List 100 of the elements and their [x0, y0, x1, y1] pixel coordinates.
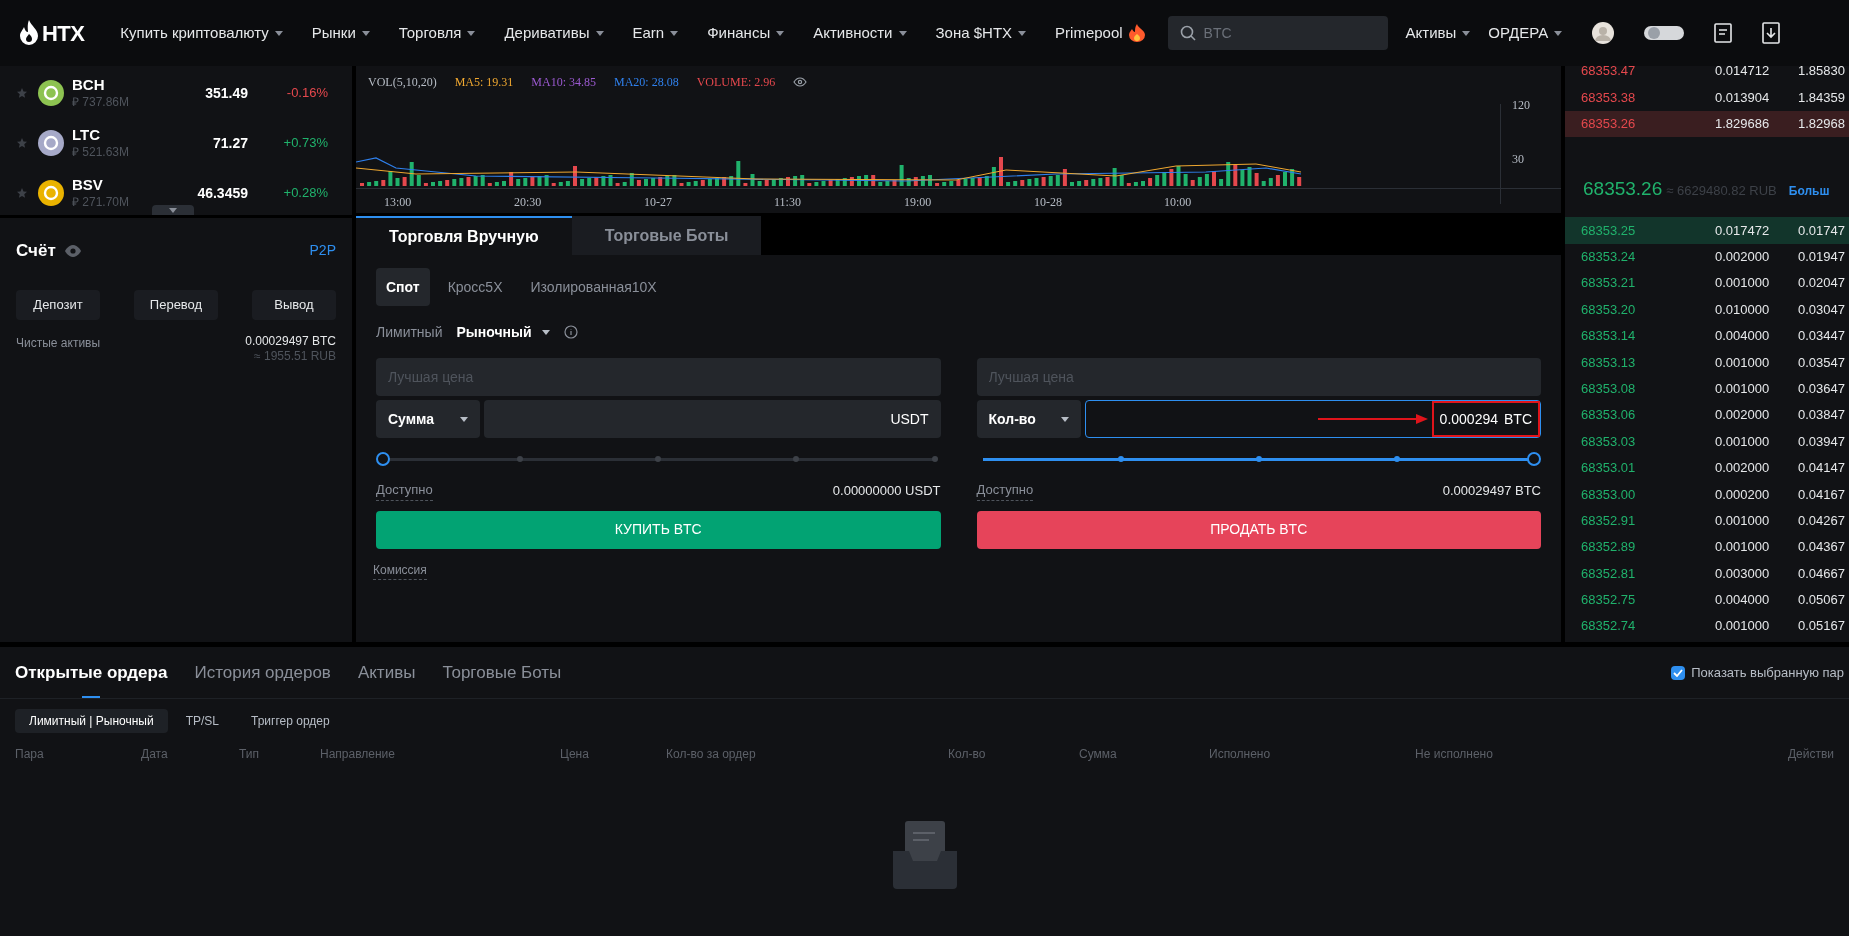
available-label: Доступно: [376, 480, 433, 501]
order-amount: 0.001000: [1715, 432, 1771, 451]
star-icon[interactable]: [16, 87, 28, 99]
order-total: 0.04367: [1798, 538, 1845, 557]
quantity-field[interactable]: USDT: [484, 400, 941, 438]
toggle-icon[interactable]: [1644, 24, 1685, 42]
order-book-row[interactable]: 68352.75 0.004000 0.05067: [1565, 586, 1849, 614]
order-book-row[interactable]: 68353.14 0.004000 0.03447: [1565, 322, 1849, 350]
order-price: 68353.00: [1581, 485, 1637, 504]
net-assets-approx: ≈ 1955.51 RUB: [254, 348, 336, 364]
legend-label: VOL(5,10,20): [368, 74, 437, 91]
available-balance: 0.00029497 BTC: [1442, 481, 1541, 500]
star-icon[interactable]: [16, 137, 28, 149]
nav-menu-item[interactable]: Купить криптовалюту: [120, 21, 283, 45]
eye-icon[interactable]: [63, 244, 82, 257]
order-book-row[interactable]: 68353.13 0.001000 0.03547: [1565, 349, 1849, 376]
eye-icon[interactable]: [793, 77, 808, 87]
order-type-tab[interactable]: Рыночный: [456, 321, 550, 343]
coin-volume: ₽ 521.63M: [72, 144, 130, 160]
order-book-row[interactable]: 68352.91 0.001000 0.04267: [1565, 507, 1849, 534]
order-book-row[interactable]: 68352.89 0.001000 0.04367: [1565, 533, 1849, 561]
collapse-handle[interactable]: [152, 205, 194, 215]
caret-icon: [1554, 30, 1563, 36]
order-book-row[interactable]: 68353.47 0.014712 1.85830: [1565, 66, 1849, 85]
more-link[interactable]: Больш: [1788, 182, 1830, 201]
net-assets-value: 0.00029497 BTC: [245, 333, 336, 349]
order-filter-tab[interactable]: TP/SL: [171, 709, 233, 733]
order-book-row[interactable]: 68353.06 0.002000 0.03847: [1565, 401, 1849, 429]
order-book-row[interactable]: 68353.03 0.001000 0.03947: [1565, 428, 1849, 455]
nav-menu-item[interactable]: Primepool: [1055, 21, 1145, 45]
order-book-row[interactable]: 68353.38 0.013904 1.84359: [1565, 84, 1849, 111]
axis-label: 20:30: [514, 194, 543, 211]
coin-volume: ₽ 737.86M: [72, 94, 130, 110]
account-action-button[interactable]: Депозит: [16, 289, 100, 320]
nav-menu-item[interactable]: Активности: [813, 21, 907, 45]
quantity-field[interactable]: 0.000294 BTC: [1084, 400, 1541, 438]
input-type-dropdown[interactable]: Сумма: [376, 400, 480, 438]
margin-tab[interactable]: Кросс5X: [437, 268, 513, 306]
order-filter-tab[interactable]: Лимитный | Рыночный: [15, 709, 168, 733]
input-type-dropdown[interactable]: Кол-во: [976, 400, 1081, 438]
sell-button[interactable]: ПРОДАТЬ BTC: [976, 510, 1541, 549]
order-book-row[interactable]: 68353.21 0.001000 0.02047: [1565, 269, 1849, 297]
nav-menu-item[interactable]: Активы: [1405, 21, 1471, 45]
nav-menu-item[interactable]: Рынки: [311, 21, 370, 45]
order-filter-tab[interactable]: Триггер ордер: [237, 709, 344, 733]
order-price: 68352.89: [1581, 538, 1637, 557]
order-book-row[interactable]: 68353.25 0.017472 0.01747: [1565, 217, 1849, 244]
margin-tab[interactable]: Изолированная10X: [520, 268, 667, 306]
order-book-row[interactable]: 68353.20 0.010000 0.03047: [1565, 296, 1849, 323]
p2p-link[interactable]: P2P: [309, 240, 336, 262]
document-icon[interactable]: [1714, 23, 1733, 43]
download-icon[interactable]: [1762, 22, 1781, 44]
order-book-row[interactable]: 68353.08 0.001000 0.03647: [1565, 375, 1849, 402]
orders-tab[interactable]: Активы: [357, 647, 416, 698]
price-change: -0.16%: [285, 84, 328, 103]
order-total: 0.03047: [1798, 300, 1845, 319]
order-total: 0.03647: [1798, 379, 1845, 398]
axis-label: 10-28: [1034, 194, 1063, 211]
info-icon[interactable]: [563, 325, 578, 339]
caret-icon: [1462, 30, 1471, 36]
nav-menu-item[interactable]: ОРДЕРА: [1488, 21, 1563, 45]
slider-thumb[interactable]: [1527, 452, 1541, 466]
orders-tab[interactable]: Открытые ордера: [15, 647, 168, 698]
nav-menu-item[interactable]: Торговля: [398, 21, 476, 45]
axis-label: 120: [1512, 97, 1530, 114]
order-amount: 0.017472: [1715, 221, 1771, 240]
trade-mode-tab[interactable]: Торговые Боты: [571, 216, 762, 255]
order-book-row[interactable]: 68352.74 0.001000 0.05167: [1565, 613, 1849, 640]
caret-icon: [460, 416, 468, 422]
avatar-icon[interactable]: [1592, 22, 1615, 44]
star-icon[interactable]: [16, 187, 28, 199]
checkbox-label[interactable]: Показать выбранную пар: [1691, 662, 1844, 683]
order-price: 68353.03: [1581, 432, 1637, 451]
slider-thumb[interactable]: [376, 452, 390, 466]
nav-menu-item[interactable]: Зона $HTX: [935, 21, 1027, 45]
orders-tab[interactable]: Торговые Боты: [442, 647, 562, 698]
order-type-tab[interactable]: Лимитный: [376, 321, 443, 343]
checkbox[interactable]: [1671, 665, 1686, 680]
search-field[interactable]: BTC: [1167, 16, 1388, 50]
account-action-button[interactable]: Перевод: [134, 289, 218, 320]
order-amount: 0.001000: [1715, 379, 1771, 398]
column-header: Тип: [239, 746, 260, 763]
order-book-row[interactable]: 68353.00 0.000200 0.04167: [1565, 481, 1849, 508]
order-book-row[interactable]: 68352.81 0.003000 0.04667: [1565, 560, 1849, 587]
nav-menu-item[interactable]: Финансы: [707, 21, 785, 45]
account-action-button[interactable]: Вывод: [252, 289, 336, 320]
order-book-row[interactable]: 68353.26 1.829686 1.82968: [1565, 110, 1849, 138]
net-assets-label: Чистые активы: [16, 334, 101, 352]
trade-mode-tab[interactable]: Торговля Вручную: [356, 216, 572, 255]
margin-tab[interactable]: Спот: [376, 268, 430, 306]
orders-tab[interactable]: История ордеров: [194, 647, 331, 698]
order-book-row[interactable]: 68353.01 0.002000 0.04147: [1565, 454, 1849, 482]
order-price: 68353.47: [1581, 66, 1637, 81]
order-amount: 0.002000: [1715, 248, 1771, 266]
order-price: 68353.08: [1581, 379, 1637, 398]
nav-menu-item[interactable]: Деривативы: [504, 21, 604, 45]
quantity-value: 0.000294: [1439, 409, 1498, 429]
nav-menu-item[interactable]: Earn: [632, 21, 679, 45]
order-amount: 0.001000: [1715, 538, 1771, 557]
order-book-row[interactable]: 68353.24 0.002000 0.01947: [1565, 243, 1849, 270]
